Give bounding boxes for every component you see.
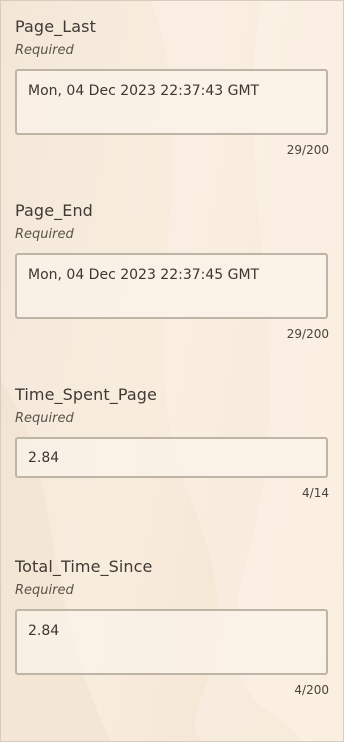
field-label: Time_Spent_Page	[15, 385, 157, 404]
field-time-spent-page: Time_Spent_Page Required 2.84 4/14	[15, 385, 329, 501]
required-hint: Required	[15, 411, 74, 426]
required-hint: Required	[15, 227, 74, 242]
form-panel: Page_Last Required Mon, 04 Dec 2023 22:3…	[0, 0, 344, 742]
character-counter: 29/200	[286, 327, 329, 341]
field-total-time-since: Total_Time_Since Required 2.84 4/200	[15, 557, 329, 698]
field-label: Total_Time_Since	[15, 557, 153, 576]
character-counter: 4/14	[302, 486, 329, 500]
character-counter: 29/200	[286, 143, 329, 157]
required-hint: Required	[15, 583, 74, 598]
page-end-input[interactable]: Mon, 04 Dec 2023 22:37:45 GMT	[15, 253, 328, 319]
time-spent-page-input[interactable]: 2.84	[15, 437, 328, 478]
page-last-input[interactable]: Mon, 04 Dec 2023 22:37:43 GMT	[15, 69, 328, 135]
field-page-end: Page_End Required Mon, 04 Dec 2023 22:37…	[15, 201, 329, 342]
total-time-since-input[interactable]: 2.84	[15, 609, 328, 675]
required-hint: Required	[15, 43, 74, 58]
field-label: Page_End	[15, 201, 93, 220]
character-counter: 4/200	[294, 683, 329, 697]
field-label: Page_Last	[15, 17, 96, 36]
field-page-last: Page_Last Required Mon, 04 Dec 2023 22:3…	[15, 17, 329, 158]
